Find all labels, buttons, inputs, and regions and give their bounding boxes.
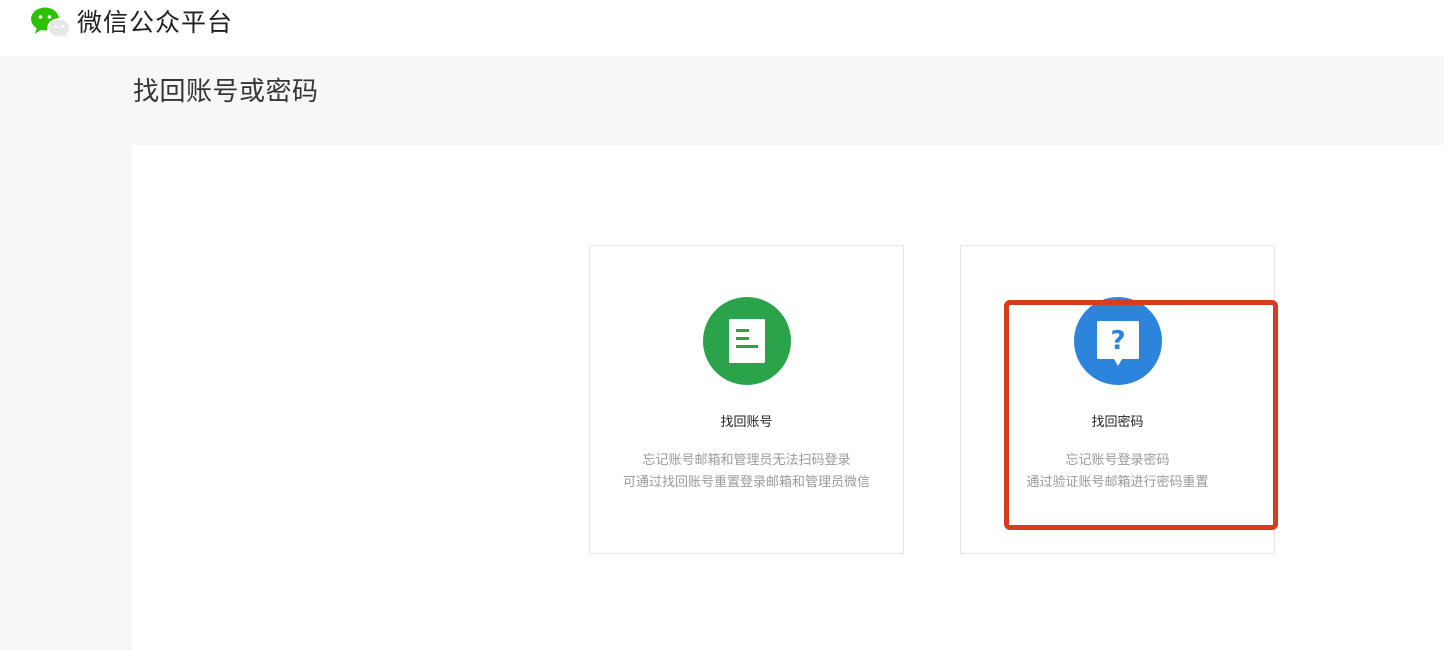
question-bubble-icon: ? <box>1097 321 1139 366</box>
recover-account-icon-circle <box>703 297 791 385</box>
page-title: 找回账号或密码 <box>133 77 319 107</box>
document-icon <box>729 319 765 363</box>
svg-text:?: ? <box>1110 326 1125 356</box>
brand-name[interactable]: 微信公众平台 <box>77 7 233 39</box>
recover-password-desc-line2: 通过验证账号邮箱进行密码重置 <box>1026 475 1209 490</box>
recover-password-card[interactable]: ? 找回密码 忘记账号登录密码 通过验证账号邮箱进行密码重置 <box>960 245 1275 554</box>
recover-account-card[interactable]: 找回账号 忘记账号邮箱和管理员无法扫码登录 可通过找回账号重置登录邮箱和管理员微… <box>589 245 904 554</box>
recover-account-desc-line1: 忘记账号邮箱和管理员无法扫码登录 <box>642 453 851 468</box>
wechat-logo-icon[interactable] <box>30 6 72 40</box>
recover-password-icon-circle: ? <box>1074 297 1162 385</box>
recover-account-title: 找回账号 <box>720 415 773 430</box>
recover-password-title: 找回密码 <box>1091 415 1144 430</box>
recover-password-desc-line1: 忘记账号登录密码 <box>1065 453 1170 468</box>
top-bar: 微信公众平台 <box>0 0 1444 56</box>
recover-account-desc-line2: 可通过找回账号重置登录邮箱和管理员微信 <box>622 475 870 490</box>
